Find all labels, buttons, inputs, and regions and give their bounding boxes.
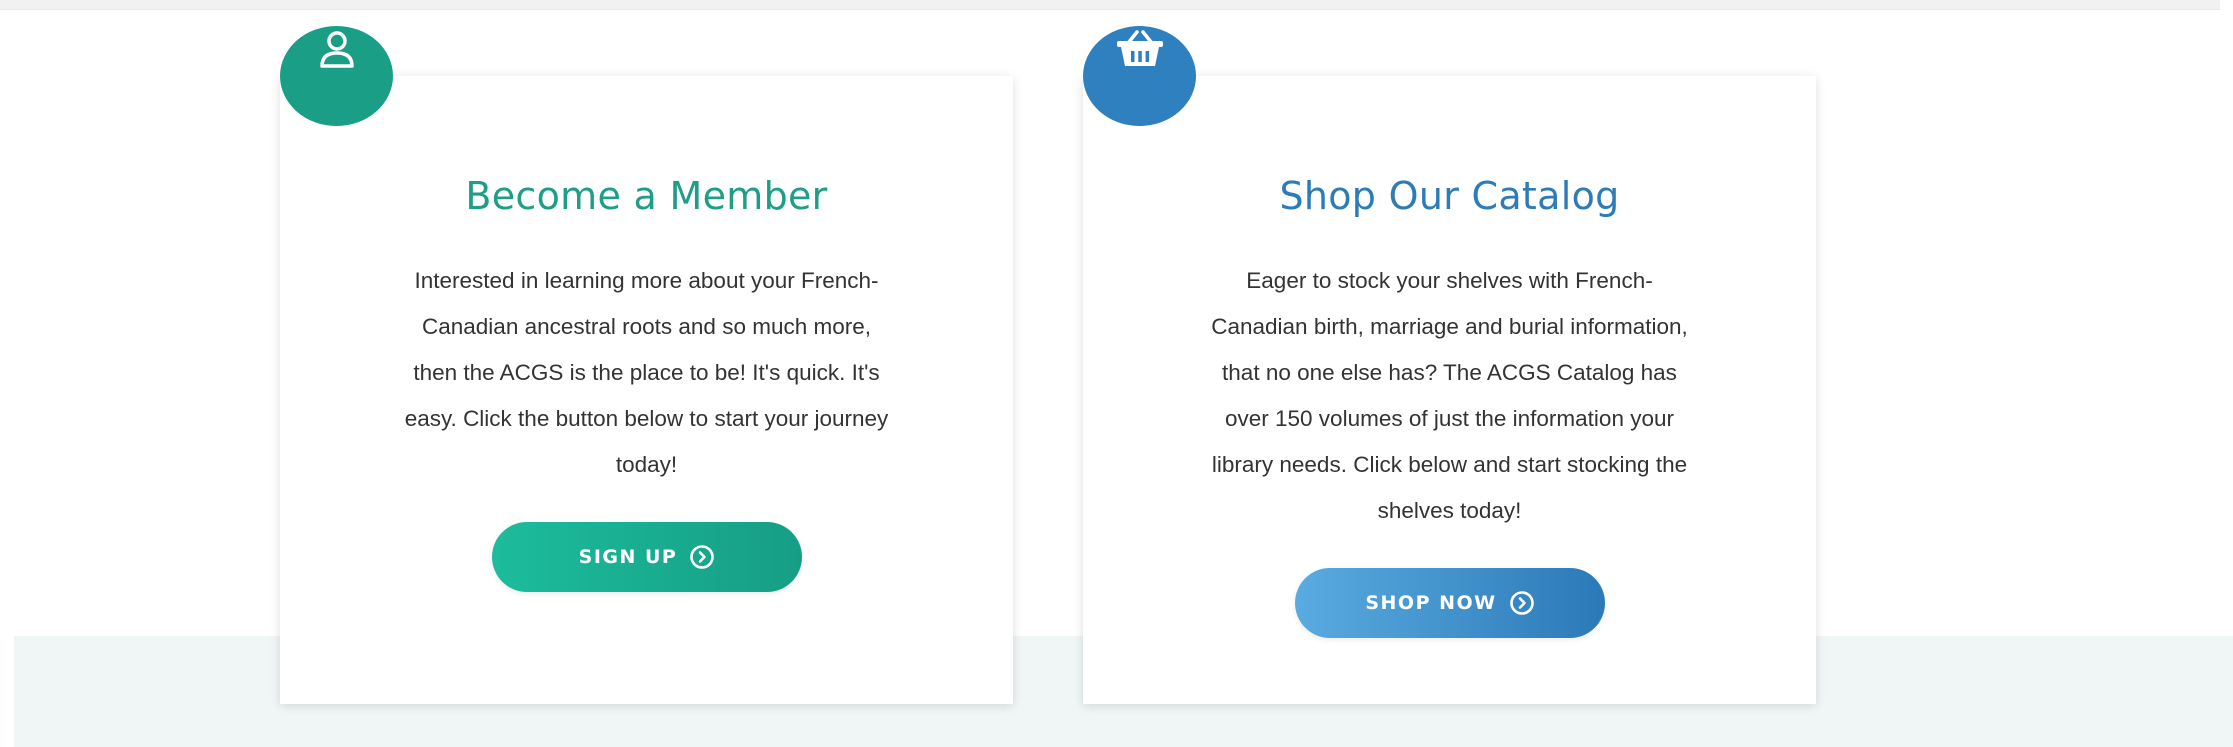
member-icon-badge	[280, 26, 393, 126]
shopping-basket-icon	[1113, 26, 1167, 77]
catalog-card: Shop Our Catalog Eager to stock your she…	[1083, 76, 1816, 704]
catalog-card-title: Shop Our Catalog	[1279, 174, 1620, 218]
user-icon	[315, 26, 359, 77]
member-card: Become a Member Interested in learning m…	[280, 76, 1013, 704]
shop-now-button[interactable]: SHOP NOW	[1295, 568, 1605, 638]
header-bottom-edge	[0, 0, 2220, 10]
circle-arrow-right-icon	[1509, 590, 1535, 616]
shop-now-button-label: SHOP NOW	[1365, 592, 1497, 614]
catalog-icon-badge	[1083, 26, 1196, 126]
member-card-description: Interested in learning more about your F…	[404, 268, 889, 477]
member-card-title: Become a Member	[465, 174, 828, 218]
catalog-card-description: Eager to stock your shelves with French-…	[1211, 268, 1688, 523]
sign-up-button[interactable]: SIGN UP	[492, 522, 802, 592]
circle-arrow-right-icon	[689, 544, 715, 570]
sign-up-button-label: SIGN UP	[578, 546, 678, 568]
